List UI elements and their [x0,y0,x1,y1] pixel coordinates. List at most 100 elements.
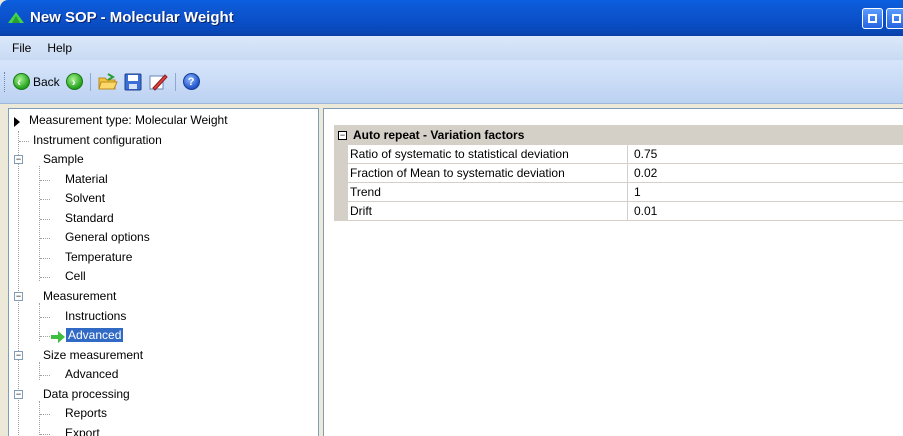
save-button[interactable] [121,71,145,93]
tree-label: Measurement [43,289,117,303]
tree-connector [39,362,40,380]
property-value[interactable]: 1 [628,183,903,202]
tree-item-instrument-configuration[interactable]: Instrument configuration [33,131,162,150]
tree-connector [39,401,40,436]
property-value[interactable]: 0.75 [628,145,903,164]
maximize-button[interactable] [886,8,903,29]
tree-connector [40,258,50,259]
tree-item-general-options[interactable]: General options [65,228,150,247]
tree-label: Temperature [65,250,133,264]
collapse-icon[interactable]: − [14,351,23,360]
help-icon: ? [182,73,200,90]
section-title: Auto repeat - Variation factors [353,128,525,142]
tree-connector [40,434,50,435]
tree-item-instructions[interactable]: Instructions [65,307,126,326]
property-gutter [334,164,348,183]
title-bar[interactable]: New SOP - Molecular Weight [0,0,903,36]
collapse-icon[interactable]: − [14,390,23,399]
tree-label: Measurement type: Molecular Weight [29,113,228,127]
tree-label-selected: Advanced [66,328,124,342]
property-row[interactable]: Ratio of systematic to statistical devia… [334,145,903,164]
tree-label: Sample [43,152,84,166]
property-row[interactable]: Fraction of Mean to systematic deviation… [334,164,903,183]
toolbar-separator [174,72,176,91]
tree-connector [40,336,50,337]
tree-connector [40,199,50,200]
tree-label: General options [65,230,150,244]
property-grid: − Auto repeat - Variation factors Ratio … [323,108,903,436]
property-section-header[interactable]: − Auto repeat - Variation factors [334,125,903,145]
back-arrow-icon: ‹ [13,73,30,90]
property-name: Drift [348,202,628,221]
toolbar-separator [89,72,91,91]
open-folder-icon [98,72,118,89]
property-name: Ratio of systematic to statistical devia… [348,145,628,164]
tree-item-size-measurement[interactable]: Size measurement [43,346,143,365]
tree-connector [39,166,40,281]
collapse-icon[interactable]: − [14,292,23,301]
save-disk-icon [124,73,142,90]
tree-item-temperature[interactable]: Temperature [65,248,132,267]
menu-help[interactable]: Help [39,39,80,57]
collapse-icon[interactable]: − [338,130,347,140]
tree-root[interactable]: Measurement type: Molecular Weight [9,111,318,130]
property-row[interactable]: Drift 0.01 [334,202,903,221]
back-button[interactable]: ‹ Back [10,71,63,92]
tree-item-material[interactable]: Material [65,170,108,189]
tree-connector [40,219,50,220]
tree-item-standard[interactable]: Standard [65,209,114,228]
current-step-arrow-icon [51,331,65,343]
toolbar-grip[interactable] [4,71,7,92]
navigation-tree[interactable]: Measurement type: Molecular Weight Instr… [8,108,319,436]
tree-item-export[interactable]: Export [65,424,100,436]
minimize-button[interactable] [862,8,883,29]
tree-connector [40,317,50,318]
property-value[interactable]: 0.02 [628,164,903,183]
tree-item-sample[interactable]: Sample [43,150,84,169]
tree-connector [40,238,50,239]
forward-button[interactable]: › [63,71,86,92]
tree-label: Solvent [65,191,106,205]
tree-label: Size measurement [43,348,144,362]
tree-label: Advanced [65,367,119,381]
property-gutter [334,145,348,164]
property-row[interactable]: Trend 1 [334,183,903,202]
tree-label: Material [65,172,108,186]
help-button[interactable]: ? [180,71,203,92]
window-title: New SOP - Molecular Weight [30,9,234,26]
tree-connector [19,141,29,142]
property-gutter [334,202,348,221]
tree-label: Instructions [65,309,127,323]
tree-item-cell[interactable]: Cell [65,267,86,286]
collapse-icon[interactable]: − [14,155,23,164]
property-value[interactable]: 0.01 [628,202,903,221]
tree-item-data-processing[interactable]: Data processing [43,385,130,404]
back-label: Back [33,74,60,89]
edit-button[interactable] [145,71,171,93]
mountain-icon [8,12,24,23]
tree-connector [40,414,50,415]
tree-item-advanced-size[interactable]: Advanced [65,365,118,384]
menu-file[interactable]: File [4,39,39,57]
tree-label: Export [65,426,100,436]
tree-item-reports[interactable]: Reports [65,404,107,423]
toolbar: ‹ Back › ? [0,60,903,104]
property-name: Trend [348,183,628,202]
open-button[interactable] [95,71,121,93]
tree-item-solvent[interactable]: Solvent [65,189,105,208]
tree-connector [40,375,50,376]
tree-label: Data processing [43,387,130,401]
property-gutter [334,183,348,202]
forward-arrow-icon: › [65,73,83,90]
tree-label: Instrument configuration [33,133,162,147]
tree-connector [40,277,50,278]
maximize-icon [892,14,901,23]
tree-item-advanced-measurement[interactable]: Advanced [66,326,124,345]
menu-bar: File Help [0,36,903,60]
tree-label: Reports [65,406,108,420]
window-restore-icon [868,14,877,23]
tree-label: Standard [65,211,114,225]
tree-label: Cell [65,269,86,283]
edit-pencil-icon [149,73,168,91]
tree-item-measurement[interactable]: Measurement [43,287,116,306]
